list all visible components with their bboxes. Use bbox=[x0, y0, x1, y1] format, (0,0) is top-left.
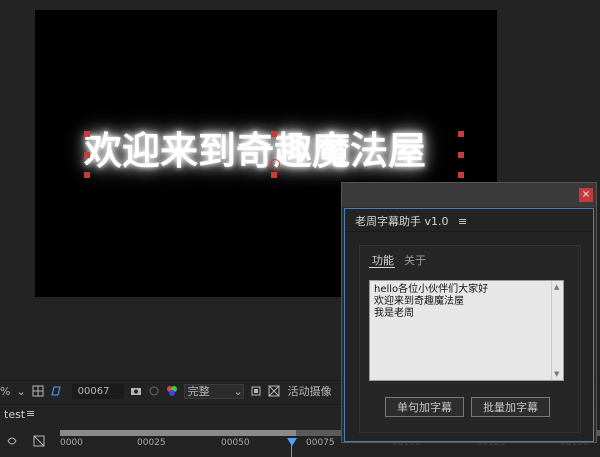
transparency-grid-icon[interactable] bbox=[268, 385, 280, 397]
selection-handle-top-right[interactable] bbox=[458, 131, 464, 137]
active-camera-dropdown[interactable]: 活动摄像 bbox=[288, 383, 332, 399]
color-channels-icon[interactable] bbox=[166, 385, 178, 397]
panel-body: 老周字幕助手 v1.0 ≡ 功能 关于 hello各位小伙伴们大家好 欢迎来到奇… bbox=[344, 208, 594, 442]
panel-content: 功能 关于 hello各位小伙伴们大家好 欢迎来到奇趣魔法屋 我是老周 ▲ ▼ … bbox=[359, 245, 581, 433]
panel-title: 老周字幕助手 v1.0 bbox=[355, 215, 449, 228]
subtitle-helper-panel: × 老周字幕助手 v1.0 ≡ 功能 关于 hello各位小伙伴们大家好 欢迎来… bbox=[341, 182, 597, 443]
selection-handle-bottom-left[interactable] bbox=[84, 172, 90, 178]
panel-menu-icon[interactable]: ≡ bbox=[458, 215, 467, 228]
hamburger-menu-icon[interactable]: ≡ bbox=[26, 407, 35, 420]
motion-blur-icon[interactable] bbox=[6, 432, 18, 451]
ruler-tick-label: 00050 bbox=[221, 438, 250, 448]
scroll-down-icon[interactable]: ▼ bbox=[554, 368, 559, 380]
grid-icon[interactable] bbox=[32, 385, 44, 397]
playhead-line bbox=[291, 444, 292, 457]
current-time-display[interactable]: 00067 bbox=[71, 383, 124, 399]
batch-subtitle-button[interactable]: 批量加字幕 bbox=[471, 397, 550, 417]
ruler-tick-label: 00025 bbox=[137, 438, 166, 448]
selection-handle-middle-left[interactable] bbox=[84, 152, 90, 158]
selection-handle-bottom-right[interactable] bbox=[458, 172, 464, 178]
textarea-line: hello各位小伙伴们大家好 bbox=[374, 284, 489, 295]
selection-handle-top-center[interactable] bbox=[271, 131, 277, 137]
work-area-range[interactable] bbox=[60, 430, 296, 436]
panel-divider bbox=[345, 231, 593, 232]
anchor-point-icon[interactable] bbox=[270, 159, 280, 169]
textarea-line: 欢迎来到奇趣魔法屋 bbox=[374, 296, 464, 307]
single-subtitle-button[interactable]: 单句加字幕 bbox=[385, 397, 464, 417]
close-button[interactable]: × bbox=[579, 188, 593, 202]
scroll-up-icon[interactable]: ▲ bbox=[554, 281, 559, 293]
tab-function[interactable]: 功能 bbox=[372, 252, 394, 268]
textarea-line: 我是老周 bbox=[374, 308, 414, 319]
chevron-down-icon: ⌄ bbox=[233, 384, 243, 398]
mask-icon[interactable] bbox=[50, 385, 62, 397]
camera-snapshot-icon[interactable] bbox=[130, 385, 142, 397]
zoom-dropdown-icon[interactable]: ⌄ bbox=[16, 385, 25, 398]
timeline-tab-test[interactable]: test bbox=[4, 408, 25, 421]
resolution-value: 完整 bbox=[187, 385, 210, 398]
subtitle-textarea[interactable]: hello各位小伙伴们大家好 欢迎来到奇趣魔法屋 我是老周 ▲ ▼ bbox=[369, 280, 564, 381]
panel-header: 老周字幕助手 v1.0 ≡ bbox=[355, 213, 467, 229]
selection-handle-top-left[interactable] bbox=[84, 131, 90, 137]
ruler-tick-label: 00075 bbox=[306, 438, 335, 448]
tab-about[interactable]: 关于 bbox=[404, 252, 426, 268]
tab-active-indicator bbox=[369, 267, 395, 268]
resolution-dropdown[interactable]: 完整 ⌄ bbox=[183, 383, 244, 399]
region-of-interest-icon[interactable] bbox=[250, 385, 262, 397]
zoom-suffix: % bbox=[0, 384, 11, 398]
playhead-marker[interactable] bbox=[287, 438, 297, 446]
show-snapshot-icon[interactable] bbox=[148, 385, 160, 397]
draft-3d-icon[interactable] bbox=[33, 432, 45, 451]
selection-handle-middle-right[interactable] bbox=[458, 152, 464, 158]
textarea-scrollbar[interactable]: ▲ ▼ bbox=[551, 281, 563, 380]
ruler-tick-label: 0000 bbox=[60, 438, 83, 448]
panel-titlebar[interactable]: × bbox=[342, 183, 596, 207]
selection-handle-bottom-center[interactable] bbox=[271, 172, 277, 178]
